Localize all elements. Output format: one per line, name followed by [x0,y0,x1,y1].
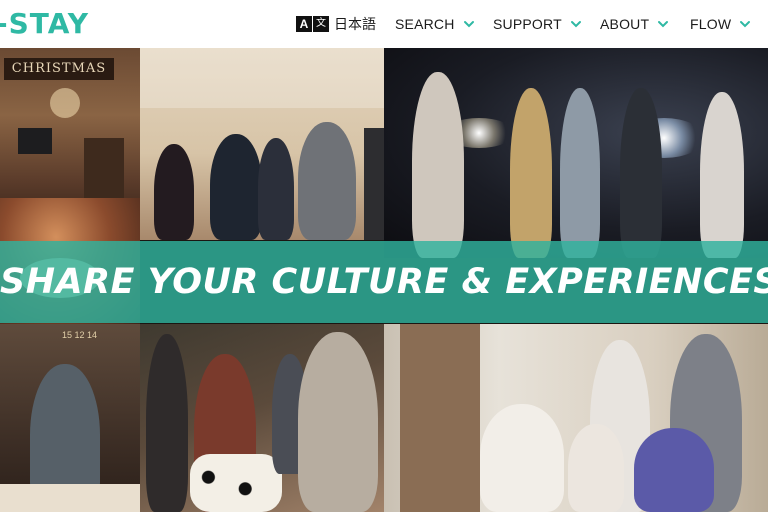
nav-search-label: SEARCH [395,16,455,32]
chevron-down-icon [570,21,581,28]
site-logo[interactable]: -STAY [0,7,89,41]
nav-support[interactable]: SUPPORT [493,14,582,34]
nav-flow-label: FLOW [690,16,732,32]
site-header: -STAY A文 日本語 SEARCH SUPPORT ABOUT FLOW [0,0,768,48]
chevron-down-icon [658,21,669,28]
nav-about-label: ABOUT [600,16,650,32]
hero-banner: SHARE YOUR CULTURE & EXPERIENCES [0,241,768,323]
photo-christmas-tree-group [140,324,384,512]
chevron-down-icon [463,21,474,28]
photo-sparklers-night [384,48,768,258]
nav-search[interactable]: SEARCH [395,14,475,34]
language-label: 日本語 [334,17,376,33]
photo-cooking-party: 15 12 14 [0,324,140,512]
language-switcher[interactable]: A文 日本語 [296,14,376,34]
nav-support-label: SUPPORT [493,16,562,32]
hero-headline: SHARE YOUR CULTURE & EXPERIENCES [0,262,768,302]
photo-timestamp: 15 12 14 [62,330,98,340]
nav-flow[interactable]: FLOW [690,14,751,34]
chevron-down-icon [740,21,751,28]
translate-icon: A文 [296,16,329,32]
photo-group-living-room [140,48,384,240]
christmas-banner: CHRISTMAS [4,58,114,80]
photo-group-home [384,324,768,512]
nav-about[interactable]: ABOUT [600,14,669,34]
